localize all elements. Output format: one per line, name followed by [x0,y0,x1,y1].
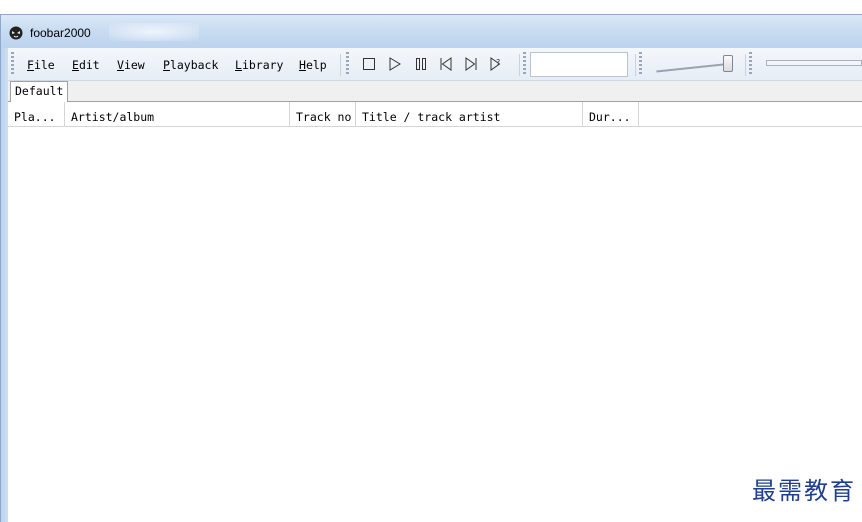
menu-grip[interactable] [11,52,14,76]
column-header-track-no[interactable]: Track no [290,102,356,126]
foobar-app-icon [9,26,23,40]
toolbar-grip[interactable] [523,52,526,76]
menu-playback[interactable]: Playback [163,58,218,72]
title-glow [109,23,199,41]
pause-icon[interactable] [413,56,429,72]
menu-file[interactable]: File [27,58,55,72]
menu-edit[interactable]: Edit [72,58,100,72]
window-title: foobar2000 [30,26,91,40]
volume-track[interactable] [656,63,729,73]
menu-help[interactable]: Help [299,58,327,72]
toolbar-separator [519,54,520,76]
column-header-playing[interactable]: Pla... [8,102,65,126]
play-icon[interactable] [387,56,403,72]
toolbar-separator [340,54,341,76]
stop-icon[interactable] [361,56,377,72]
window-titlebar[interactable]: foobar2000 [0,14,862,48]
toolbar-grip[interactable] [346,52,349,76]
toolbar-separator [635,54,636,76]
volume-slider-thumb[interactable] [723,55,733,72]
column-header-title[interactable]: Title / track artist [356,102,583,126]
toolbar-grip[interactable] [749,52,752,76]
next-icon[interactable] [463,56,479,72]
column-header-duration[interactable]: Dur... [583,102,639,126]
playlist-column-headers: Pla... Artist/album Track no Title / tra… [8,102,862,127]
toolbar-separator [745,54,746,76]
watermark-text: 最需教育 [752,477,856,505]
visualization-panel [530,52,628,77]
menu-toolbar-band: File Edit View Playback Library Help ? [8,48,862,81]
toolbar-grip[interactable] [639,52,642,76]
menu-library[interactable]: Library [235,58,283,72]
random-icon[interactable]: ? [488,56,504,72]
playlist-tabstrip: Default [8,81,862,102]
playlist-view[interactable] [8,127,862,522]
svg-text:?: ? [496,58,500,67]
menu-view[interactable]: View [117,58,145,72]
seek-bar[interactable] [766,60,862,66]
previous-icon[interactable] [438,56,454,72]
window-left-border [0,48,8,522]
column-header-artist-album[interactable]: Artist/album [65,102,290,126]
tab-default-playlist[interactable]: Default [10,81,69,102]
